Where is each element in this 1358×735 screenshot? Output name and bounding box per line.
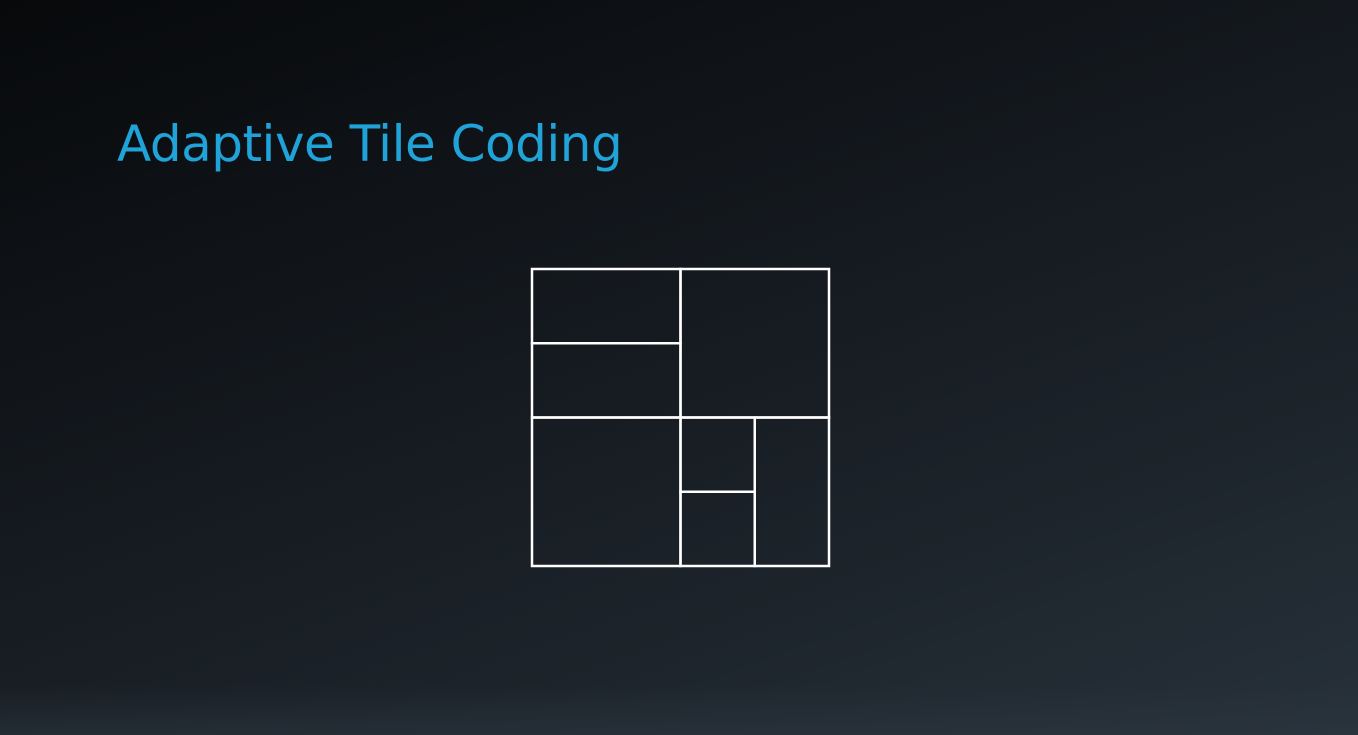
adaptive-tile-diagram [530, 267, 831, 568]
bottom-middle-lower-tile [679, 490, 756, 568]
slide-background: Adaptive Tile Coding [0, 0, 1358, 735]
top-right-tile [679, 267, 831, 419]
bottom-right-tile [753, 416, 831, 568]
top-left-lower-tile [530, 342, 682, 419]
bottom-left-tile [530, 416, 682, 568]
tile-group [530, 267, 831, 568]
bottom-middle-upper-tile [679, 416, 756, 493]
top-left-upper-tile [530, 267, 682, 345]
